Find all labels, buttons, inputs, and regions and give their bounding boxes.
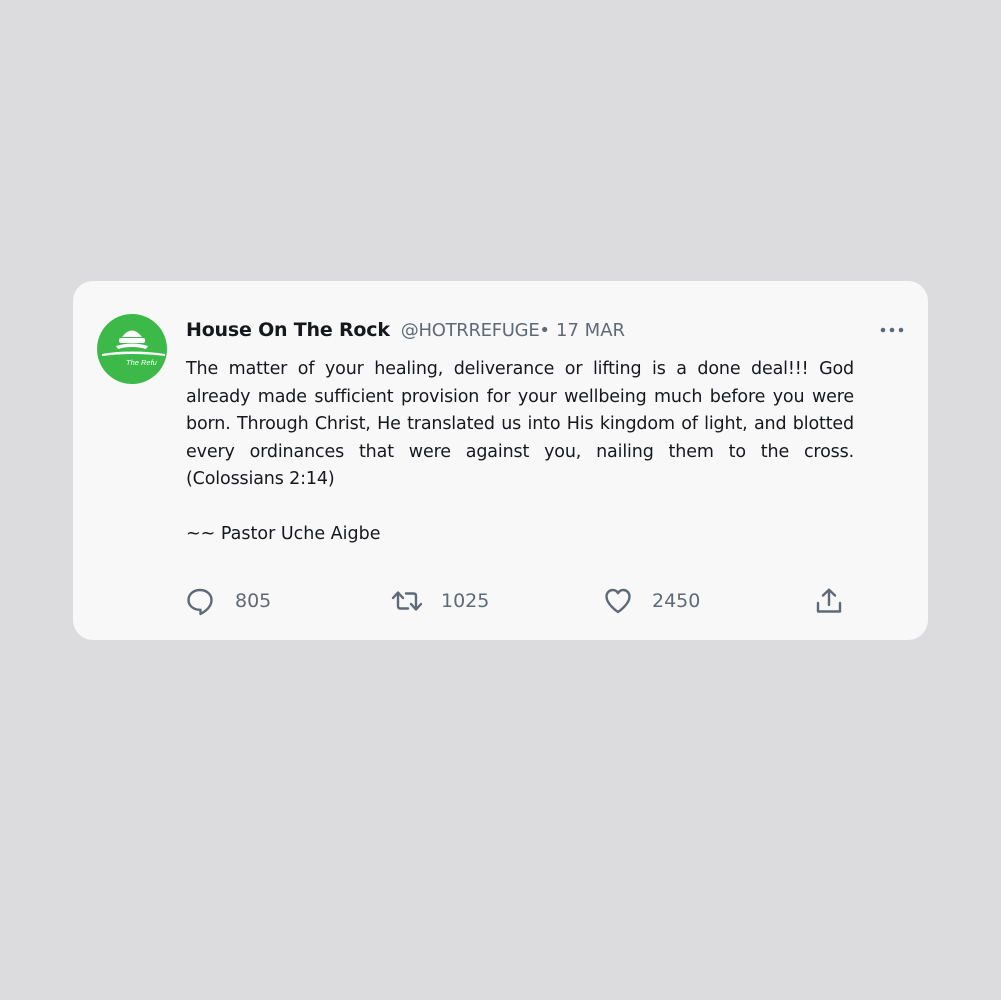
house-on-the-rock-logo-icon: The Refu [97,314,167,384]
separator-dot: • [539,320,551,341]
retweet-count: 1025 [441,590,490,612]
heart-icon [605,588,631,614]
retweet-icon [391,591,423,611]
tweet-card[interactable]: The Refu House On The Rock @HOTRREFUGE •… [73,281,928,640]
tweet-text: The matter of your healing, deliverance … [186,359,854,489]
reply-button[interactable]: 805 [185,585,271,617]
avatar-logo-text: The Refu [126,358,158,367]
avatar[interactable]: The Refu [97,314,167,384]
user-handle[interactable]: @HOTRREFUGE [401,320,540,341]
retweet-button[interactable]: 1025 [391,585,489,617]
reply-count: 805 [235,590,272,612]
more-options-button[interactable] [879,321,905,339]
tweet-signature: ~~ Pastor Uche Aigbe [186,524,381,544]
tweet-date[interactable]: 17 MAR [556,320,625,341]
like-button[interactable]: 2450 [603,585,700,617]
share-button[interactable] [814,585,844,617]
like-count: 2450 [652,590,701,612]
comment-bubble-icon [187,588,213,616]
more-horizontal-icon [880,327,904,333]
tweet-header: House On The Rock @HOTRREFUGE • 17 MAR [186,319,625,343]
share-upload-icon [816,588,842,613]
display-name[interactable]: House On The Rock [186,319,390,341]
